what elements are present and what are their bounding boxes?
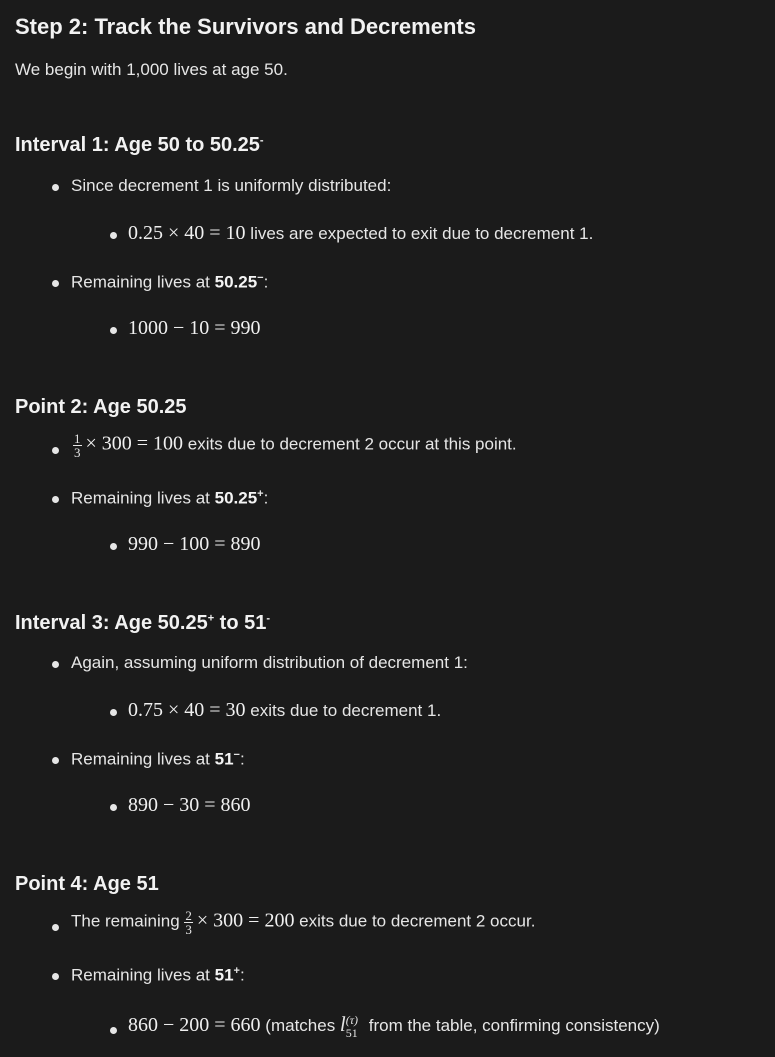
interval3-heading: Interval 3: Age 50.25+ to 51- [15, 612, 271, 634]
bullet [110, 232, 117, 239]
bullet [110, 327, 117, 334]
bullet [52, 280, 59, 287]
intro-text: We begin with 1,000 lives at age 50. [15, 60, 288, 79]
point4-heading: Point 4: Age 51 [15, 873, 159, 895]
point2-bullet1: 1 3 × 300 = 100 exits due to decrement 2 o… [73, 431, 517, 460]
bullet [110, 709, 117, 716]
step-title: Step 2: Track the Survivors and Decremen… [15, 14, 476, 39]
bullet [52, 924, 59, 931]
interval1-bullet2: Remaining lives at 50.25−: [71, 272, 269, 292]
bullet [52, 447, 59, 454]
interval1-bullet1: Since decrement 1 is uniformly distribut… [71, 176, 392, 195]
interval1-calc2: 1000 − 10 = 990 [128, 317, 261, 339]
bullet [110, 1027, 117, 1034]
bullet [52, 184, 59, 191]
point4-bullet1: The remaining 2 3 × 300 = 200 exits due to… [71, 908, 536, 937]
interval1-heading: Interval 1: Age 50 to 50.25- [15, 134, 264, 156]
interval3-calc1: 0.75 × 40 = 30 exits due to decrement 1. [128, 699, 442, 721]
point4-bullet2: Remaining lives at 51+: [71, 965, 245, 985]
interval1-calc1: 0.25 × 40 = 10 lives are expected to exi… [128, 222, 594, 244]
point2-calc: 990 − 100 = 890 [128, 533, 261, 555]
bullet [110, 543, 117, 550]
bullet [52, 757, 59, 764]
bullet [110, 804, 117, 811]
point2-bullet2: Remaining lives at 50.25+: [71, 488, 269, 508]
point4-calc: 860 − 200 = 660 (matches l (τ) 51 from the… [128, 1012, 660, 1040]
bullet [52, 496, 59, 503]
interval3-bullet1: Again, assuming uniform distribution of … [71, 653, 468, 672]
interval3-bullet2: Remaining lives at 51−: [71, 749, 245, 769]
bullet [52, 661, 59, 668]
bullet [52, 973, 59, 980]
point2-heading: Point 2: Age 50.25 [15, 396, 187, 418]
interval3-calc2: 890 − 30 = 860 [128, 794, 251, 816]
